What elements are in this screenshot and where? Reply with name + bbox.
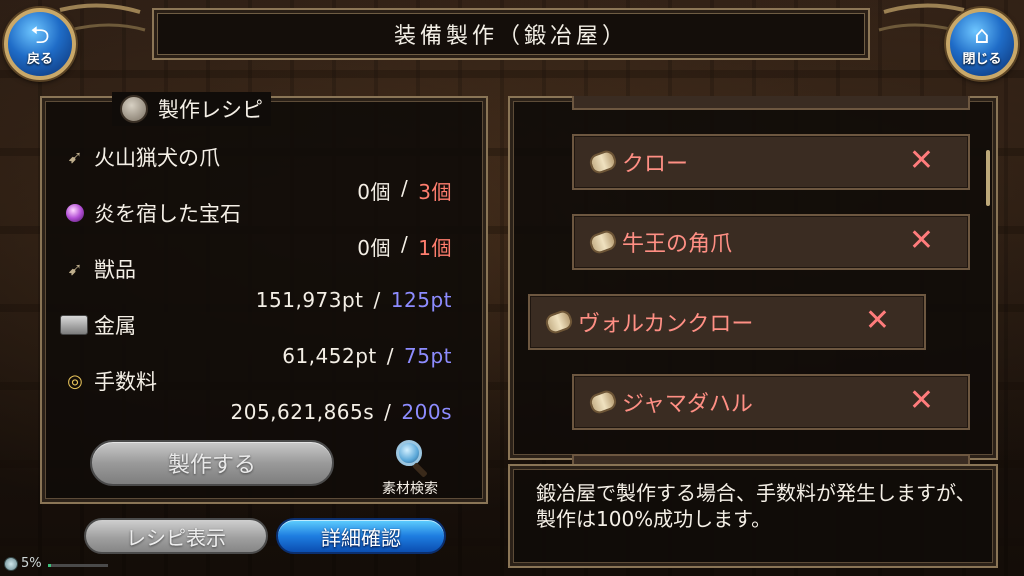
quantity-separator: / <box>373 288 381 312</box>
metal-ingot-icon <box>60 315 88 335</box>
list-item-partial <box>572 96 970 110</box>
return-arrow-icon: ⮌ <box>30 20 50 49</box>
scroll-icon <box>587 388 619 416</box>
battery-fill <box>48 564 51 567</box>
recipe-view-button[interactable]: レシピ表示 <box>84 518 268 554</box>
battery-status: 5% <box>4 556 108 571</box>
scroll-icon <box>587 148 619 176</box>
list-item[interactable]: クロー ✕ <box>572 134 970 190</box>
material-row: ➹ 火山猟犬の爪 0個 / 3個 <box>42 142 490 204</box>
recipe-heading-label: 製作レシピ <box>158 98 263 122</box>
claw-icon: ➹ <box>67 258 83 280</box>
unavailable-x-icon: ✕ <box>908 223 934 258</box>
material-quantity: 151,973pt / 125pt <box>256 288 452 312</box>
back-button-label: 戻る <box>26 51 53 67</box>
quantity-required: 75pt <box>404 344 452 368</box>
material-search-label: 素材検索 <box>382 481 438 497</box>
title-bar: 装備製作（鍛冶屋） <box>152 8 870 60</box>
list-item-label: クロー <box>622 152 689 177</box>
list-item-label: ヴォルカンクロー <box>578 312 754 337</box>
material-name: 火山猟犬の爪 <box>94 146 220 170</box>
material-name: 金属 <box>94 314 136 338</box>
material-quantity: 205,621,865s / 200s <box>231 400 453 424</box>
unavailable-x-icon: ✕ <box>908 383 934 418</box>
material-quantity: 61,452pt / 75pt <box>282 344 452 368</box>
battery-percent: 5% <box>21 556 42 571</box>
coins-icon: ◎ <box>67 370 83 392</box>
material-row: ➹ 獣品 151,973pt / 125pt <box>42 254 490 312</box>
unavailable-x-icon: ✕ <box>908 143 934 178</box>
scroll-icon <box>587 228 619 256</box>
quantity-separator: / <box>386 344 394 368</box>
recipe-heading: 製作レシピ <box>112 92 271 126</box>
claw-icon: ➹ <box>67 146 83 168</box>
detail-check-button[interactable]: 詳細確認 <box>276 518 446 554</box>
quantity-owned: 151,973pt <box>255 288 364 312</box>
anvil-icon <box>120 95 148 123</box>
quantity-required: 125pt <box>390 288 452 312</box>
quantity-owned: 205,621,865s <box>230 400 375 424</box>
material-row: 金属 61,452pt / 75pt <box>42 310 490 368</box>
close-button-label: 閉じる <box>962 51 1002 67</box>
list-item[interactable]: 牛王の角爪 ✕ <box>572 214 970 270</box>
back-button[interactable]: ⮌ 戻る <box>4 8 76 80</box>
search-icon <box>390 438 430 478</box>
page-title: 装備製作（鍛冶屋） <box>393 24 628 49</box>
material-name: 炎を宿した宝石 <box>94 202 241 226</box>
battery-icon <box>4 556 18 571</box>
close-button[interactable]: ⌂ 閉じる <box>946 8 1018 80</box>
unavailable-x-icon: ✕ <box>864 303 890 338</box>
material-row: ◎ 手数料 205,621,865s / 200s <box>42 366 490 424</box>
home-icon: ⌂ <box>974 20 990 49</box>
scroll-icon <box>543 308 575 336</box>
quantity-separator: / <box>384 400 392 424</box>
list-scrollbar[interactable] <box>986 150 990 206</box>
list-item-label: ジャマダハル <box>622 392 753 417</box>
list-item-label: 牛王の角爪 <box>622 232 733 257</box>
material-search-button[interactable]: 素材検索 <box>370 438 450 498</box>
material-name: 手数料 <box>94 370 157 394</box>
quantity-required: 200s <box>401 400 452 424</box>
list-item-partial <box>572 454 970 464</box>
info-message: 鍛冶屋で製作する場合、手数料が発生しますが、製作は100%成功します。 <box>536 481 976 531</box>
craft-button[interactable]: 製作する <box>90 440 334 486</box>
battery-bar <box>48 564 108 567</box>
list-item-selected[interactable]: ヴォルカンクロー ✕ <box>528 294 926 350</box>
material-name: 獣品 <box>94 258 136 282</box>
list-item[interactable]: ジャマダハル ✕ <box>572 374 970 430</box>
material-row: 炎を宿した宝石 0個 / 1個 <box>42 198 490 260</box>
gem-icon <box>66 204 84 222</box>
quantity-owned: 61,452pt <box>282 344 377 368</box>
